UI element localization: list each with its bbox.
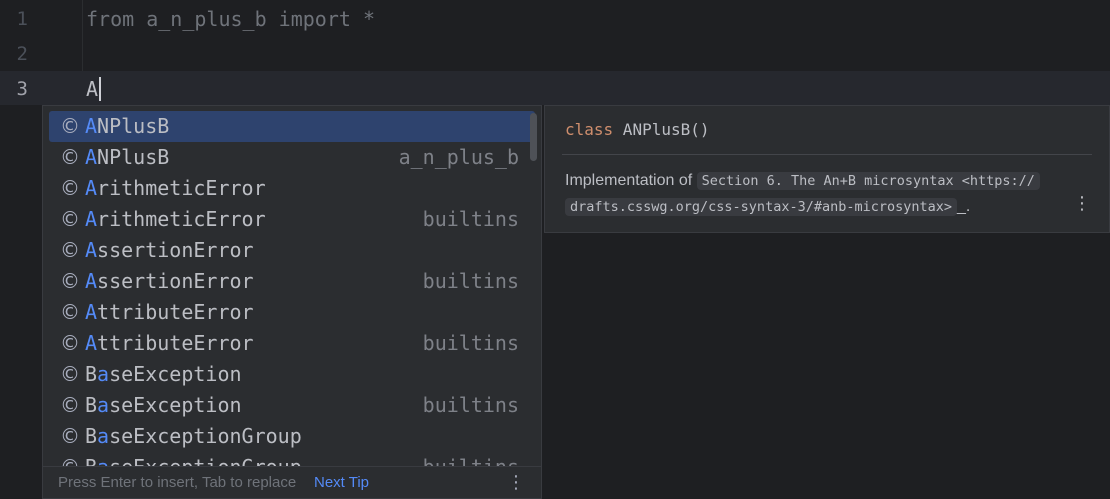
- completion-name-rest: ssertionError: [97, 269, 254, 293]
- completion-match-highlight: a: [97, 393, 110, 417]
- completion-name-rest: seException: [109, 362, 242, 386]
- completion-name-rest: ssertionError: [97, 238, 254, 262]
- completion-match-highlight: A: [85, 176, 98, 200]
- class-icon: ©: [60, 424, 80, 448]
- completion-item[interactable]: © BaseException: [49, 359, 535, 390]
- class-icon: ©: [60, 207, 80, 231]
- class-icon: ©: [60, 145, 80, 169]
- completion-footer: Press Enter to insert, Tab to replace Ne…: [43, 466, 541, 498]
- completion-item-module: builtins: [422, 331, 519, 355]
- class-icon: ©: [60, 331, 80, 355]
- completion-match-highlight: a: [97, 362, 110, 386]
- completion-item-name: BaseException: [85, 390, 242, 421]
- completion-name-rest: seException: [109, 393, 242, 417]
- completion-item-module: builtins: [422, 269, 519, 293]
- completion-item-name: ArithmeticError: [85, 204, 266, 235]
- doc-code-snippet-link[interactable]: drafts.csswg.org/css-syntax-3/#anb-micro…: [565, 198, 958, 216]
- completion-item[interactable]: © BaseException builtins: [49, 390, 535, 421]
- class-icon: ©: [60, 362, 80, 386]
- documentation-popup: class ANPlusB() Implementation of Sectio…: [544, 105, 1110, 233]
- completion-item[interactable]: © AssertionError: [49, 235, 535, 266]
- doc-body: Implementation of Section 6. The An+B mi…: [565, 168, 1065, 220]
- completion-name-prefix: B: [85, 393, 98, 417]
- completion-item[interactable]: © BaseExceptionGroup: [49, 421, 535, 452]
- completion-match-highlight: A: [85, 145, 98, 169]
- completion-item-name: ArithmeticError: [85, 173, 266, 204]
- completion-item-module: builtins: [422, 393, 519, 417]
- completion-match-highlight: A: [85, 238, 98, 262]
- completion-name-rest: NPlusB: [97, 145, 170, 169]
- class-icon: ©: [60, 393, 80, 417]
- completion-name-rest: seExceptionGroup: [109, 424, 302, 448]
- completion-item-name: BaseException: [85, 359, 242, 390]
- completion-name-prefix: B: [85, 362, 98, 386]
- typed-text: A: [86, 77, 99, 101]
- completion-item[interactable]: © ANPlusB: [49, 111, 535, 142]
- completion-match-highlight: A: [85, 207, 98, 231]
- completion-name-rest: rithmeticError: [97, 207, 266, 231]
- completion-item-name: AssertionError: [85, 266, 254, 297]
- completion-item[interactable]: © ArithmeticError: [49, 173, 535, 204]
- doc-class-name: ANPlusB(): [613, 120, 710, 139]
- line-number: 2: [16, 43, 28, 65]
- completion-item[interactable]: © ArithmeticError builtins: [49, 204, 535, 235]
- line-number: 1: [16, 8, 28, 30]
- completion-item-name: AssertionError: [85, 235, 254, 266]
- line-code[interactable]: A: [86, 71, 102, 107]
- completion-popup[interactable]: © ANPlusB © ANPlusB a_n_plus_b © ArithmeticErr…: [42, 105, 542, 499]
- completion-hint: Press Enter to insert, Tab to replace: [58, 474, 297, 491]
- completion-item-name: ANPlusB: [85, 142, 169, 173]
- editor-line-3-current[interactable]: 3 A: [0, 71, 1110, 105]
- completion-match-highlight: A: [85, 114, 98, 138]
- completion-list[interactable]: © ANPlusB © ANPlusB a_n_plus_b © ArithmeticErr…: [43, 111, 541, 468]
- doc-trailing: _.: [957, 198, 971, 215]
- completion-name-rest: NPlusB: [97, 114, 170, 138]
- completion-item-module: builtins: [422, 207, 519, 231]
- doc-signature: class ANPlusB(): [565, 118, 710, 142]
- next-tip-link[interactable]: Next Tip: [314, 467, 369, 498]
- completion-match-highlight: A: [85, 269, 98, 293]
- completion-item[interactable]: © AttributeError: [49, 297, 535, 328]
- completion-item[interactable]: © AttributeError builtins: [49, 328, 535, 359]
- completion-match-highlight: A: [85, 300, 98, 324]
- completion-item-name: AttributeError: [85, 328, 254, 359]
- completion-match-highlight: A: [85, 331, 98, 355]
- completion-item-name: ANPlusB: [85, 111, 169, 142]
- completion-name-rest: ttributeError: [97, 300, 254, 324]
- doc-divider: [562, 154, 1092, 155]
- doc-code-snippet: Section 6. The An+B microsyntax <https:/…: [696, 172, 1040, 190]
- class-icon: ©: [60, 269, 80, 293]
- class-icon: ©: [60, 114, 80, 138]
- doc-intro: Implementation of: [565, 172, 697, 189]
- line-code[interactable]: from a_n_plus_b import *: [86, 1, 375, 37]
- completion-match-highlight: a: [97, 424, 110, 448]
- line-number: 3: [16, 78, 28, 100]
- completion-name-rest: ttributeError: [97, 331, 254, 355]
- completion-item[interactable]: © ANPlusB a_n_plus_b: [49, 142, 535, 173]
- class-icon: ©: [60, 300, 80, 324]
- text-caret: [99, 76, 102, 101]
- completion-name-rest: rithmeticError: [97, 176, 266, 200]
- more-options-icon[interactable]: ⋮: [507, 467, 525, 498]
- completion-item-name: BaseExceptionGroup: [85, 421, 302, 452]
- class-icon: ©: [60, 238, 80, 262]
- editor-line-1[interactable]: 1 from a_n_plus_b import *: [0, 1, 1110, 35]
- completion-item[interactable]: © AssertionError builtins: [49, 266, 535, 297]
- completion-scrollbar[interactable]: [530, 113, 537, 161]
- doc-keyword: class: [565, 120, 614, 139]
- doc-more-options-icon[interactable]: ⋮: [1073, 194, 1091, 214]
- completion-name-prefix: B: [85, 424, 98, 448]
- completion-item-module: a_n_plus_b: [398, 145, 519, 169]
- editor-line-2[interactable]: 2: [0, 36, 1110, 70]
- completion-item-name: AttributeError: [85, 297, 254, 328]
- class-icon: ©: [60, 176, 80, 200]
